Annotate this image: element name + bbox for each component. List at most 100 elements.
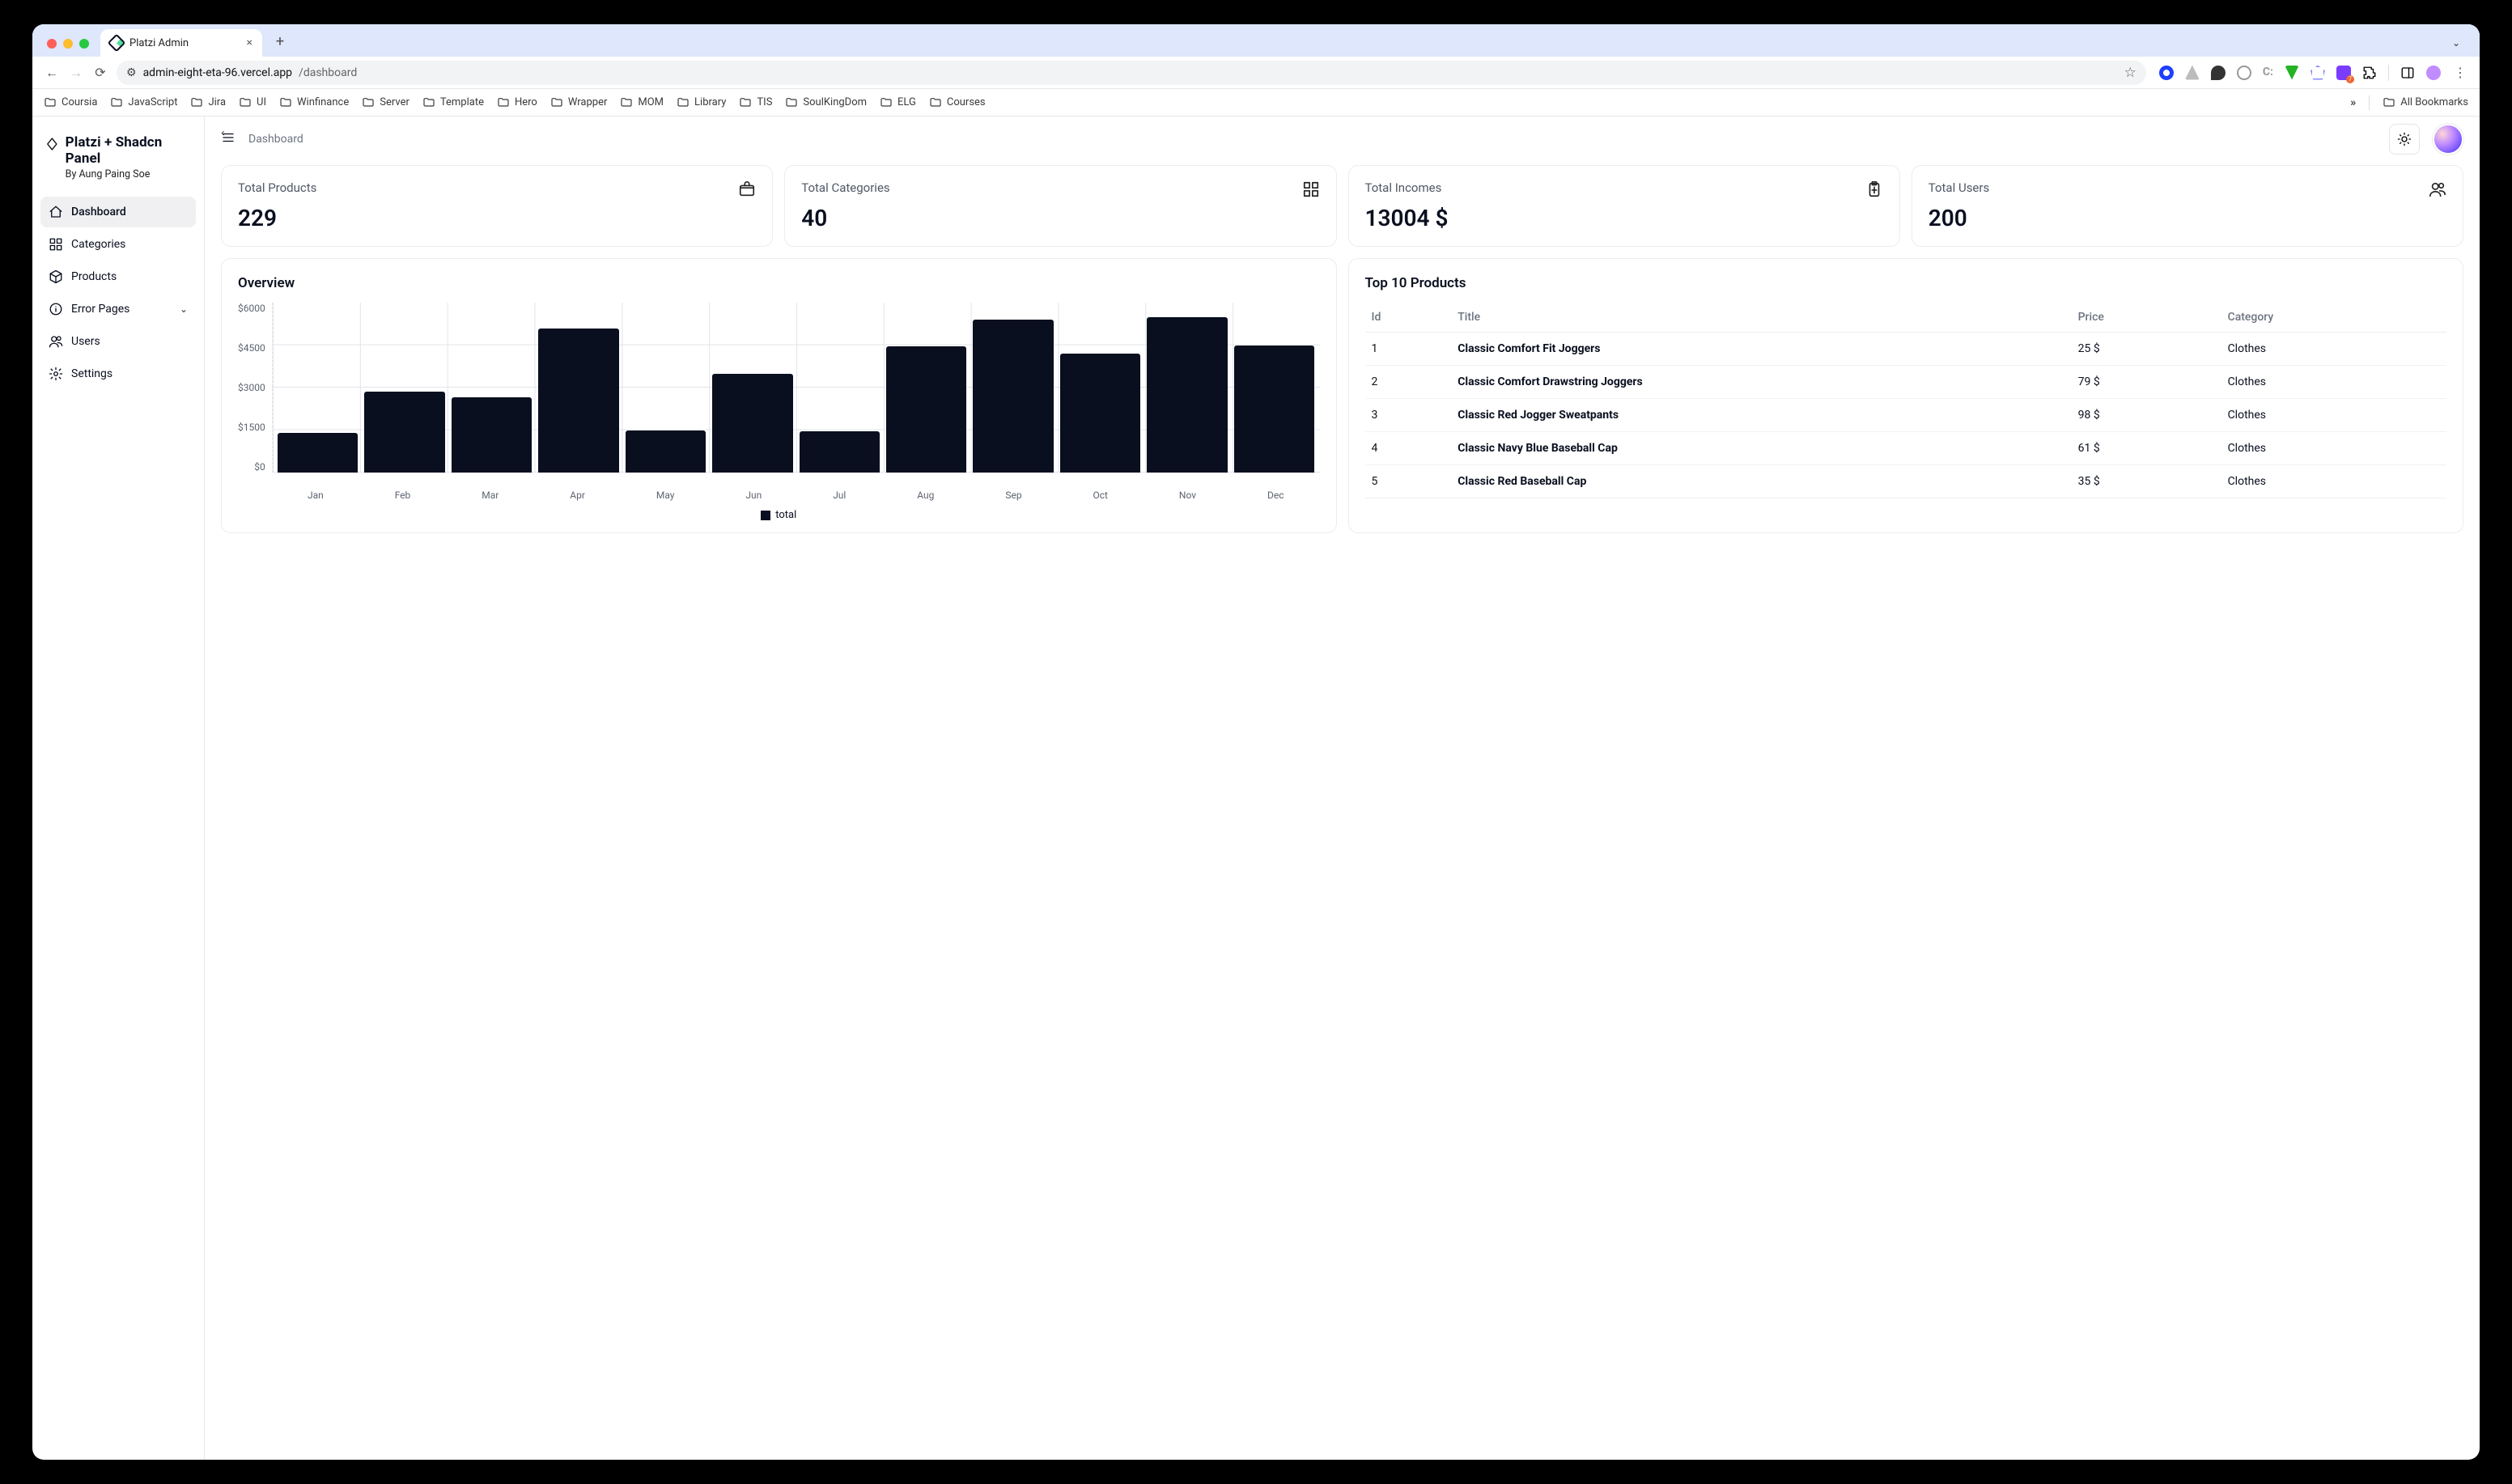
table-row[interactable]: 5Classic Red Baseball Cap35 $Clothes bbox=[1365, 465, 2447, 498]
bookmark-star-icon[interactable]: ☆ bbox=[2124, 65, 2136, 81]
cell-category: Clothes bbox=[2221, 399, 2446, 432]
bookmark-item[interactable]: Library bbox=[677, 96, 726, 109]
table-header[interactable]: Title bbox=[1451, 303, 2071, 333]
bookmark-item[interactable]: Coursia bbox=[44, 96, 97, 109]
address-bar[interactable]: ⚙ admin-eight-eta-96.vercel.app/dashboar… bbox=[117, 61, 2146, 85]
close-tab-icon[interactable]: × bbox=[247, 36, 252, 49]
table-header[interactable]: Price bbox=[2072, 303, 2221, 333]
sidebar-item-users[interactable]: Users bbox=[40, 326, 196, 357]
extension-icon[interactable] bbox=[2310, 66, 2325, 80]
bookmark-item[interactable]: Hero bbox=[497, 96, 537, 109]
close-window-icon[interactable] bbox=[47, 39, 57, 49]
chart-bar bbox=[538, 329, 618, 473]
stat-label: Total Products bbox=[238, 180, 316, 195]
brand: Platzi + Shadcn Panel By Aung Paing Soe bbox=[40, 128, 196, 192]
stat-label: Total Categories bbox=[801, 180, 889, 195]
sidepanel-icon[interactable] bbox=[2400, 66, 2415, 80]
tabs-dropdown-button[interactable]: ⌄ bbox=[2447, 34, 2465, 52]
bookmark-item[interactable]: Winfinance bbox=[279, 96, 349, 109]
table-header[interactable]: Id bbox=[1365, 303, 1452, 333]
profile-avatar-icon[interactable] bbox=[2426, 66, 2441, 80]
cell-id: 4 bbox=[1365, 432, 1452, 465]
top-products-table: IdTitlePriceCategory 1Classic Comfort Fi… bbox=[1365, 303, 2447, 498]
brand-logo-icon bbox=[45, 137, 59, 151]
extension-icon[interactable]: 7 bbox=[2336, 66, 2351, 80]
x-tick-label: Mar bbox=[482, 490, 499, 501]
bookmark-item[interactable]: Jira bbox=[190, 96, 226, 109]
bookmark-item[interactable]: MOM bbox=[620, 96, 664, 109]
table-row[interactable]: 3Classic Red Jogger Sweatpants98 $Clothe… bbox=[1365, 399, 2447, 432]
chart-bar bbox=[364, 392, 444, 473]
bookmarks-overflow-button[interactable]: » bbox=[2350, 96, 2356, 109]
extension-icon[interactable] bbox=[2211, 66, 2226, 80]
bookmark-item[interactable]: ELG bbox=[880, 96, 916, 109]
extension-icon[interactable] bbox=[2237, 66, 2251, 80]
sidebar-item-error-pages[interactable]: Error Pages⌄ bbox=[40, 294, 196, 324]
clipboard-icon bbox=[1865, 180, 1883, 198]
table-row[interactable]: 4Classic Navy Blue Baseball Cap61 $Cloth… bbox=[1365, 432, 2447, 465]
extension-icon[interactable] bbox=[2159, 66, 2174, 80]
sidebar-item-categories[interactable]: Categories bbox=[40, 229, 196, 260]
all-bookmarks-button[interactable]: All Bookmarks bbox=[2383, 96, 2468, 109]
forward-button[interactable]: → bbox=[68, 65, 84, 81]
extension-icon[interactable] bbox=[2185, 66, 2200, 80]
extension-icon[interactable] bbox=[2285, 66, 2299, 80]
bookmark-item[interactable]: SoulKingDom bbox=[785, 96, 867, 109]
maximize-window-icon[interactable] bbox=[79, 39, 89, 49]
theme-toggle-button[interactable] bbox=[2389, 124, 2420, 155]
new-tab-button[interactable]: + bbox=[270, 33, 290, 50]
y-tick-label: $4500 bbox=[238, 342, 265, 354]
all-bookmarks-label: All Bookmarks bbox=[2400, 96, 2468, 108]
bookmark-item[interactable]: JavaScript bbox=[110, 96, 177, 109]
back-button[interactable]: ← bbox=[44, 65, 60, 81]
content: Dashboard Total Products229Total Categor… bbox=[205, 117, 2480, 1460]
browser-tab[interactable]: Platzi Admin × bbox=[100, 29, 262, 57]
bookmark-item[interactable]: Template bbox=[422, 96, 484, 109]
sidebar-collapse-button[interactable] bbox=[221, 130, 236, 148]
extensions-button[interactable] bbox=[2362, 66, 2377, 80]
chart-bar bbox=[626, 430, 706, 473]
cell-price: 98 $ bbox=[2072, 399, 2221, 432]
user-avatar[interactable] bbox=[2433, 124, 2463, 155]
sidebar-item-dashboard[interactable]: Dashboard bbox=[40, 197, 196, 227]
bookmark-item[interactable]: Courses bbox=[929, 96, 986, 109]
grid-icon bbox=[49, 237, 63, 252]
stat-cards: Total Products229Total Categories40Total… bbox=[221, 165, 2463, 247]
bookmark-item[interactable]: Server bbox=[362, 96, 409, 109]
browser-menu-button[interactable]: ⋮ bbox=[2452, 65, 2468, 80]
stat-value: 200 bbox=[1929, 205, 2446, 231]
brand-subtitle: By Aung Paing Soe bbox=[66, 168, 191, 180]
sidebar-item-settings[interactable]: Settings bbox=[40, 358, 196, 389]
table-row[interactable]: 1Classic Comfort Fit Joggers25 $Clothes bbox=[1365, 333, 2447, 366]
stat-card: Total Products 229 bbox=[221, 165, 773, 247]
x-tick-label: Aug bbox=[917, 490, 934, 501]
sidebar-item-products[interactable]: Products bbox=[40, 261, 196, 292]
stat-label: Total Users bbox=[1929, 180, 1989, 195]
cell-category: Clothes bbox=[2221, 333, 2446, 366]
stat-card: Total Categories40 bbox=[784, 165, 1336, 247]
browser-toolbar: ← → ⟳ ⚙ admin-eight-eta-96.vercel.app/da… bbox=[32, 57, 2480, 89]
chart-bar bbox=[712, 374, 792, 473]
bookmark-item[interactable]: UI bbox=[239, 96, 266, 109]
tab-title: Platzi Admin bbox=[129, 37, 189, 49]
brand-title: Platzi + Shadcn Panel bbox=[66, 134, 191, 167]
bookmark-item[interactable]: Wrapper bbox=[550, 96, 608, 109]
table-header[interactable]: Category bbox=[2221, 303, 2446, 333]
stat-value: 229 bbox=[238, 205, 756, 231]
y-tick-label: $3000 bbox=[238, 382, 265, 393]
x-tick-label: Jul bbox=[833, 490, 846, 501]
url-path: /dashboard bbox=[299, 66, 357, 79]
table-row[interactable]: 2Classic Comfort Drawstring Joggers79 $C… bbox=[1365, 366, 2447, 399]
x-tick-label: Jun bbox=[745, 490, 762, 501]
bookmark-item[interactable]: TIS bbox=[739, 96, 772, 109]
x-tick-label: Nov bbox=[1179, 490, 1196, 501]
window-controls bbox=[42, 39, 95, 57]
stat-label: Total Incomes bbox=[1365, 180, 1442, 195]
sidebar-item-label: Products bbox=[71, 270, 117, 283]
site-tune-icon[interactable]: ⚙ bbox=[126, 66, 137, 79]
extensions-strip: C: 7 ⋮ bbox=[2154, 65, 2468, 81]
sidebar-item-label: Categories bbox=[71, 238, 125, 251]
minimize-window-icon[interactable] bbox=[63, 39, 73, 49]
reload-button[interactable]: ⟳ bbox=[92, 65, 108, 80]
overview-title: Overview bbox=[238, 275, 1320, 291]
